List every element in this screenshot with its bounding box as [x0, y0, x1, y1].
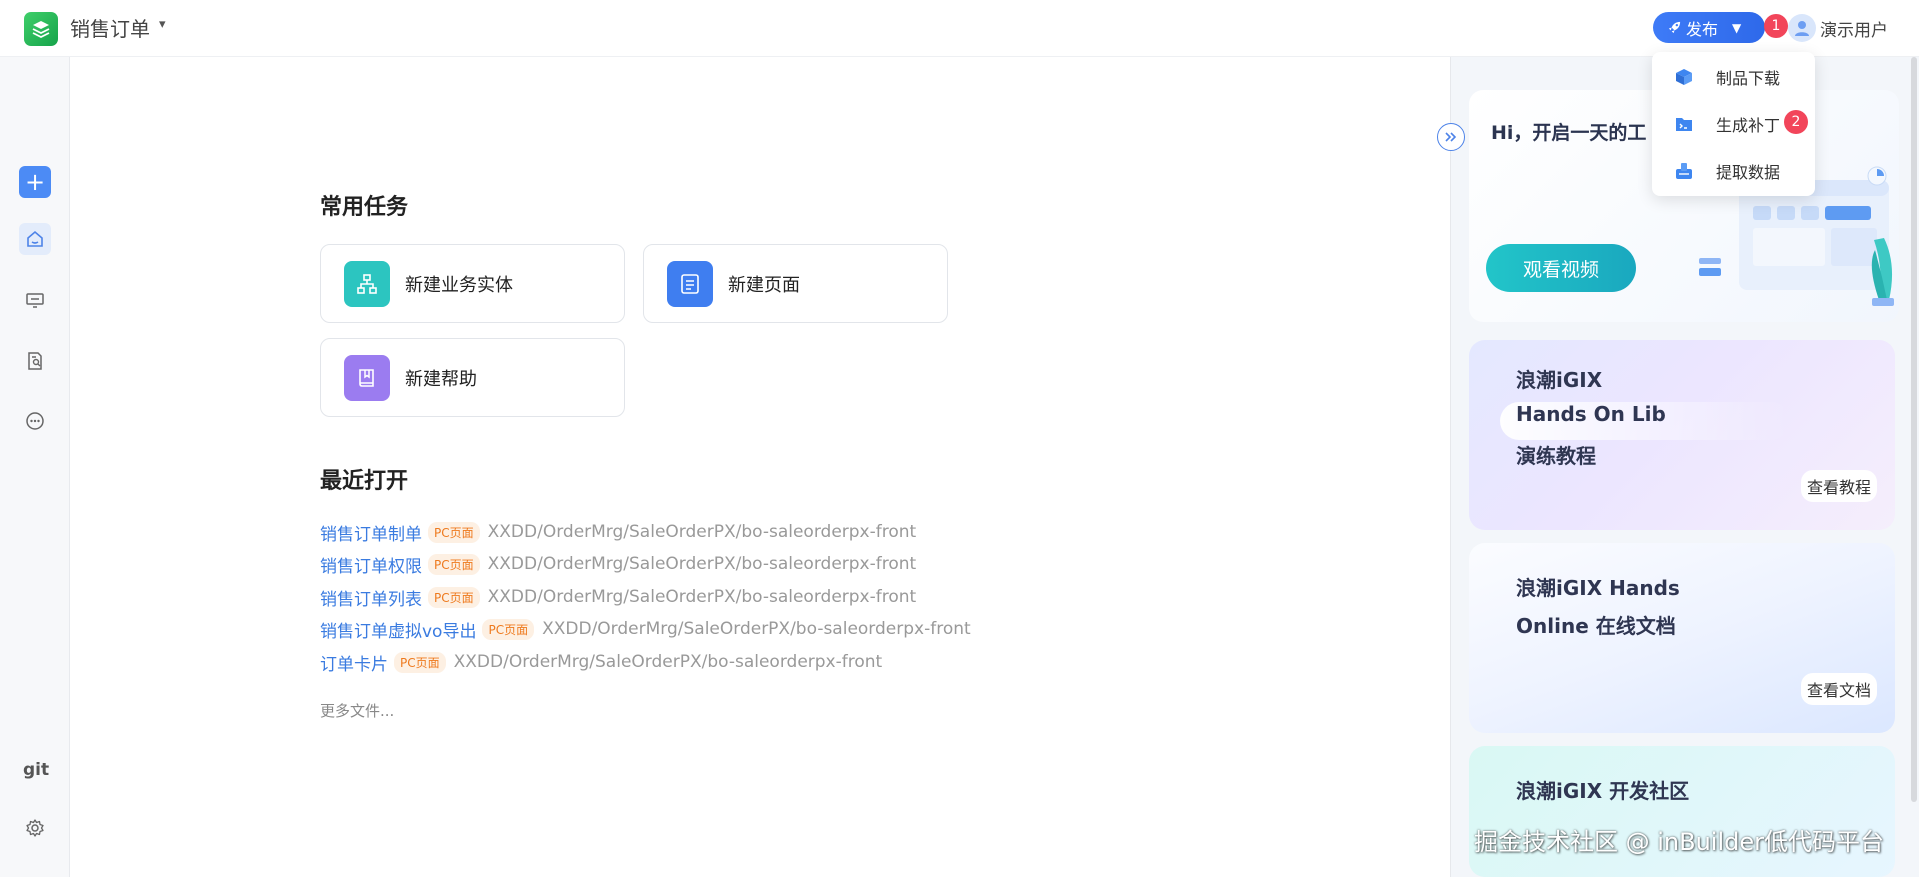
pc-page-tag: PC页面	[428, 553, 480, 575]
promo-line: Hands On Lib	[1516, 402, 1666, 426]
menu-item-download[interactable]: 制品下载	[1652, 57, 1815, 97]
promo-line: 浪潮iGIX 开发社区	[1516, 779, 1690, 803]
page-icon	[667, 260, 713, 307]
recent-item[interactable]: 销售订单制单 PC页面 XXDD/OrderMrg/SaleOrderPX/bo…	[320, 520, 916, 545]
new-help-card[interactable]: 新建帮助	[320, 338, 625, 417]
dev-community-card[interactable]: 浪潮iGIX 开发社区	[1469, 746, 1895, 877]
recent-item[interactable]: 订单卡片 PC页面 XXDD/OrderMrg/SaleOrderPX/bo-s…	[320, 650, 882, 675]
gear-icon[interactable]	[19, 812, 51, 844]
user-icon	[1795, 21, 1809, 36]
watermark: 掘金技术社区 @ inBuilder低代码平台	[1474, 828, 1885, 856]
book-icon	[344, 354, 390, 401]
add-button[interactable]: +	[19, 166, 51, 198]
data-tray-icon	[1676, 163, 1692, 179]
box-icon	[1676, 69, 1692, 85]
recent-item[interactable]: 销售订单虚拟vo导出 PC页面 XXDD/OrderMrg/SaleOrderP…	[320, 617, 971, 642]
main-content: 常用任务 新建业务实体 新建页面 新建帮助 最近打开 销售订单制单 PC页面 X…	[70, 57, 1450, 877]
panel-scrollbar[interactable]	[1911, 57, 1917, 802]
task-label: 新建页面	[728, 274, 800, 296]
layers-logo-icon[interactable]	[24, 12, 58, 46]
publish-caret-icon: ▼	[1732, 20, 1742, 35]
recent-item[interactable]: 销售订单权限 PC页面 XXDD/OrderMrg/SaleOrderPX/bo…	[320, 552, 916, 577]
app-title[interactable]: 销售订单	[70, 13, 150, 42]
promo-line: 浪潮iGIX Hands	[1516, 576, 1680, 600]
document-search-icon[interactable]	[19, 345, 51, 377]
promo-line: 浪潮iGIX	[1516, 368, 1603, 392]
online-docs-card[interactable]: 浪潮iGIX Hands Online 在线文档 查看文档	[1469, 543, 1895, 733]
rocket-icon	[1668, 21, 1681, 34]
view-docs-button[interactable]: 查看文档	[1800, 673, 1877, 705]
org-chart-icon	[344, 260, 390, 307]
task-label: 新建帮助	[405, 368, 477, 390]
promo-line: Online 在线文档	[1516, 614, 1676, 638]
terminal-folder-icon	[1676, 118, 1692, 131]
git-button[interactable]: git	[23, 760, 49, 780]
top-header: 销售订单 ▾ 发布 ▼ 1 演示用户	[0, 0, 1919, 57]
promo-line: 演练教程	[1516, 444, 1596, 468]
recent-open-title: 最近打开	[320, 469, 409, 494]
home-icon[interactable]	[19, 223, 51, 255]
app-switch-caret-icon[interactable]: ▾	[159, 17, 166, 32]
pc-page-tag: PC页面	[428, 586, 480, 608]
pc-page-tag: PC页面	[394, 651, 446, 673]
watch-video-button[interactable]: 观看视频	[1486, 244, 1636, 292]
recent-item[interactable]: 销售订单列表 PC页面 XXDD/OrderMrg/SaleOrderPX/bo…	[320, 585, 916, 610]
common-tasks-title: 常用任务	[320, 195, 409, 220]
publish-button[interactable]: 发布 ▼	[1653, 12, 1765, 43]
greeting-text: Hi，开启一天的工	[1491, 122, 1647, 144]
pc-page-tag: PC页面	[482, 618, 535, 640]
more-files-link[interactable]: 更多文件...	[320, 700, 394, 721]
patch-badge: 2	[1784, 110, 1808, 134]
new-page-card[interactable]: 新建页面	[643, 244, 948, 323]
pc-page-tag: PC页面	[428, 521, 480, 543]
left-rail: + git	[0, 57, 70, 877]
publish-badge: 1	[1764, 14, 1788, 38]
menu-item-extract[interactable]: 提取数据	[1652, 151, 1815, 191]
new-business-entity-card[interactable]: 新建业务实体	[320, 244, 625, 323]
user-name[interactable]: 演示用户	[1820, 16, 1888, 41]
collapse-panel-icon[interactable]	[1437, 123, 1465, 151]
task-label: 新建业务实体	[405, 274, 513, 296]
view-tutorial-button[interactable]: 查看教程	[1800, 470, 1877, 502]
monitor-icon[interactable]	[19, 284, 51, 316]
hands-on-lib-card[interactable]: 浪潮iGIX Hands On Lib 演练教程 查看教程	[1469, 340, 1895, 530]
more-icon[interactable]	[19, 405, 51, 437]
avatar[interactable]	[1788, 14, 1816, 42]
publish-label: 发布	[1686, 19, 1719, 39]
